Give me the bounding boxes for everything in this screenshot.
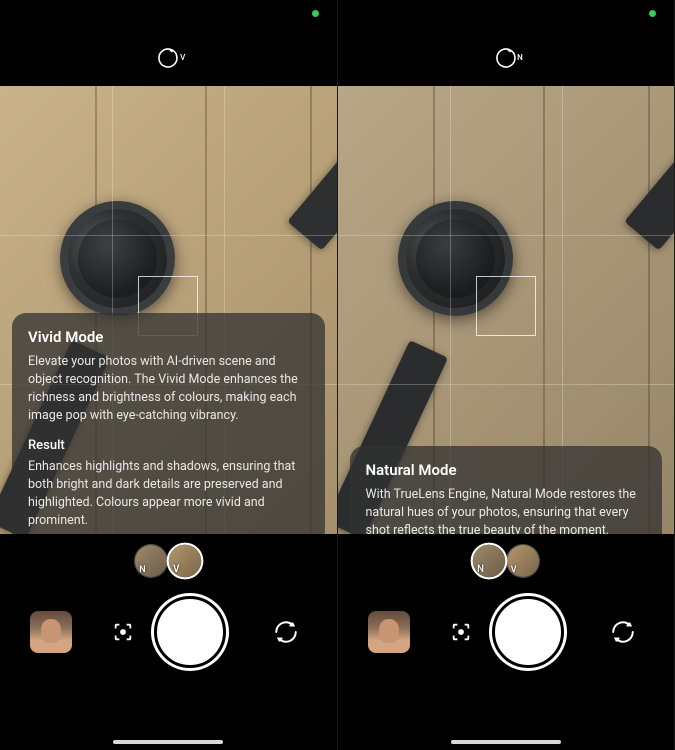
phone-screen-natural: N Natural Mode With TrueLens Engine, Nat… xyxy=(338,0,675,750)
status-bar xyxy=(338,0,675,30)
home-indicator[interactable] xyxy=(451,740,561,744)
viewfinder[interactable]: Vivid Mode Elevate your photos with AI-d… xyxy=(0,86,337,534)
color-mode-icon[interactable]: V xyxy=(156,46,180,70)
shutter-button[interactable] xyxy=(154,596,226,668)
mode-thumb-label: N xyxy=(135,565,145,577)
shutter-row xyxy=(338,596,675,668)
top-mode-bar: V xyxy=(0,30,337,86)
color-mode-icon[interactable]: N xyxy=(494,46,518,70)
card-title: Vivid Mode xyxy=(28,327,309,349)
mode-thumb-label: N xyxy=(473,564,484,577)
mode-thumb-label: V xyxy=(169,564,180,577)
card-subtitle: Result xyxy=(28,437,309,456)
grid-line xyxy=(338,384,675,385)
shutter-button[interactable] xyxy=(492,596,564,668)
mode-indicator-letter: N xyxy=(517,53,523,62)
mode-thumb-vivid[interactable]: V xyxy=(167,543,204,580)
card-body-secondary: Enhances highlights and shadows, ensurin… xyxy=(28,458,309,531)
mode-info-card: Vivid Mode Elevate your photos with AI-d… xyxy=(12,313,325,534)
mode-thumb-natural[interactable]: N xyxy=(470,543,507,580)
camera-privacy-indicator xyxy=(312,10,319,17)
phone-screen-vivid: V Vivid Mode Elevate your photos with AI… xyxy=(0,0,338,750)
gallery-thumbnail[interactable] xyxy=(368,611,410,653)
grid-line xyxy=(338,235,675,236)
camera-flip-icon[interactable] xyxy=(272,618,300,646)
home-indicator[interactable] xyxy=(113,740,223,744)
card-title: Natural Mode xyxy=(366,460,647,482)
grid-line xyxy=(0,235,337,236)
viewfinder[interactable]: Natural Mode With TrueLens Engine, Natur… xyxy=(338,86,675,534)
google-lens-icon[interactable] xyxy=(448,619,474,645)
mode-indicator-letter: V xyxy=(180,53,185,62)
top-mode-bar: N xyxy=(338,30,675,86)
mode-thumbnail-picker: N V xyxy=(472,544,540,578)
camera-privacy-indicator xyxy=(649,10,656,17)
shutter-row xyxy=(0,596,337,668)
camera-flip-icon[interactable] xyxy=(609,618,637,646)
mode-info-card: Natural Mode With TrueLens Engine, Natur… xyxy=(350,446,663,534)
status-bar xyxy=(0,0,337,30)
mode-thumb-natural[interactable]: N xyxy=(134,544,168,578)
google-lens-icon[interactable] xyxy=(110,619,136,645)
mode-thumb-label: V xyxy=(507,565,517,577)
camera-controls: N V xyxy=(338,534,675,750)
camera-controls: N V xyxy=(0,534,337,750)
gallery-thumbnail[interactable] xyxy=(30,611,72,653)
mode-thumbnail-picker: N V xyxy=(134,544,202,578)
focus-indicator xyxy=(476,276,536,336)
card-body: Elevate your photos with AI-driven scene… xyxy=(28,353,309,426)
mode-thumb-vivid[interactable]: V xyxy=(506,544,540,578)
card-body: With TrueLens Engine, Natural Mode resto… xyxy=(366,486,647,534)
